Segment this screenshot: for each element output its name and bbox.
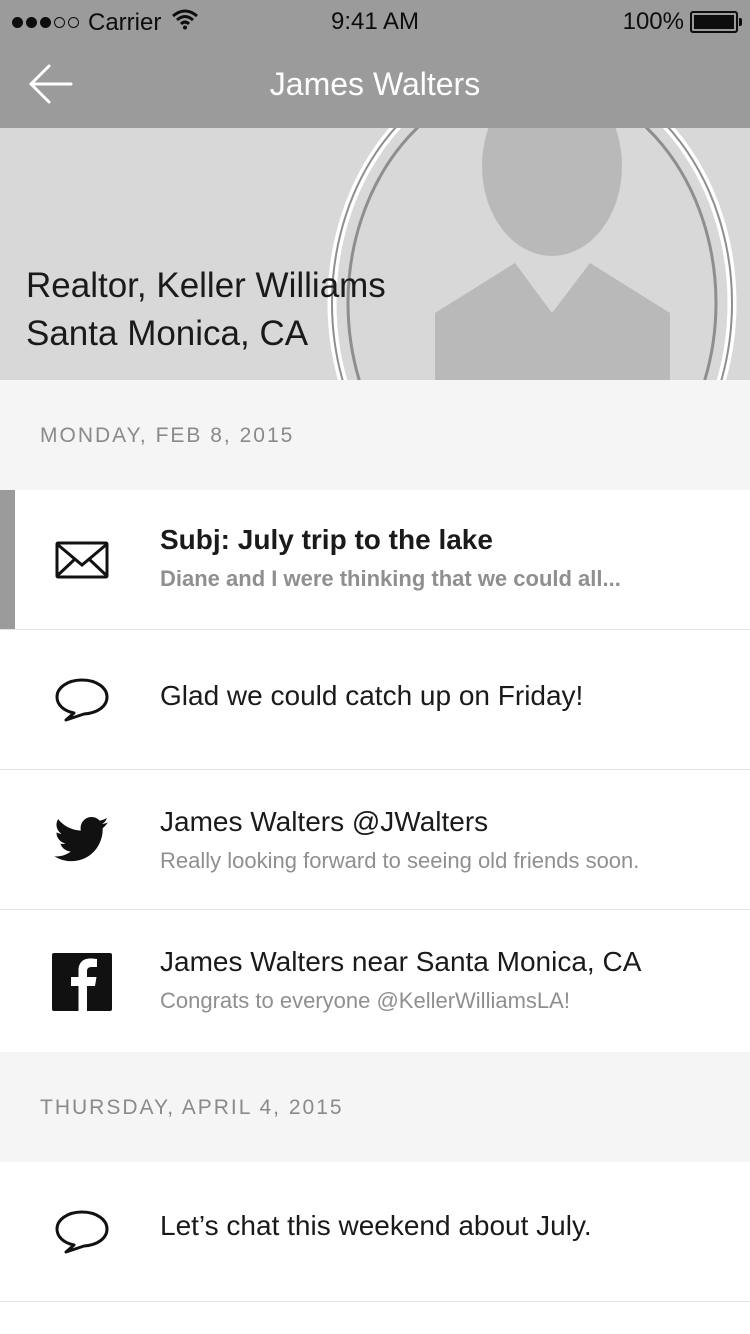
profile-occupation: Realtor, Keller Williams <box>26 266 386 305</box>
feed-item-title: Let’s chat this weekend about July. <box>160 1210 592 1241</box>
feed-item-title: Subj: July trip to the lake <box>160 524 493 555</box>
feed-item-email[interactable]: Subj: July trip to the lake Diane and I … <box>0 490 750 630</box>
feed-item-message[interactable]: Let’s chat this weekend about July. <box>0 1162 750 1302</box>
status-bar: Carrier 9:41 AM 100% <box>0 0 750 44</box>
feed-item-title: James Walters near Santa Monica, CA <box>160 946 642 977</box>
feed-item-facebook-post[interactable]: James Walters near Santa Monica, CA Cong… <box>0 910 750 1050</box>
feed-item-title: James Walters @JWalters <box>160 806 489 837</box>
status-right: 100% <box>622 8 742 36</box>
twitter-icon <box>50 808 114 872</box>
speech-bubble-icon <box>50 1200 114 1264</box>
section-date-header: THURSDAY, APRIL 4, 2015 <box>0 1052 750 1162</box>
profile-info: Realtor, Keller Williams Santa Monica, C… <box>26 262 386 358</box>
feed-item-tweet[interactable]: James Walters @JWalters Really looking f… <box>0 770 750 910</box>
battery-percentage: 100% <box>622 8 684 35</box>
top-bar: Carrier 9:41 AM 100% James Walters <box>0 0 750 128</box>
profile-header: Realtor, Keller Williams Santa Monica, C… <box>0 128 750 380</box>
feed-item-subtitle: Really looking forward to seeing old fri… <box>160 848 640 873</box>
speech-bubble-icon <box>50 668 114 732</box>
feed-item-subtitle: Congrats to everyone @KellerWilliamsLA! <box>160 988 570 1013</box>
section-date: MONDAY, FEB 8, 2015 <box>40 424 295 447</box>
page-title: James Walters <box>269 66 481 102</box>
envelope-icon <box>50 528 114 592</box>
feed-item-title: Glad we could catch up on Friday! <box>160 680 584 711</box>
section-date: THURSDAY, APRIL 4, 2015 <box>40 1096 344 1119</box>
battery-icon <box>690 11 742 33</box>
facebook-icon <box>50 950 114 1014</box>
feed-item-subtitle: Diane and I were thinking that we could … <box>160 566 621 591</box>
feed-item-message[interactable]: Glad we could catch up on Friday! <box>0 630 750 770</box>
profile-location: Santa Monica, CA <box>26 314 309 353</box>
navigation-bar: James Walters <box>0 44 750 128</box>
section-date-header: MONDAY, FEB 8, 2015 <box>0 380 750 490</box>
